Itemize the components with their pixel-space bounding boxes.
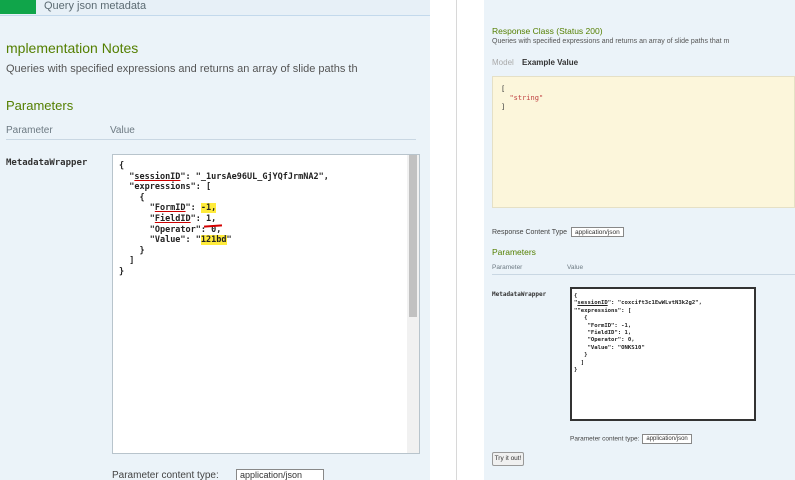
redmark-fieldid: 1, (206, 213, 217, 224)
content-type-label: Parameter content type: (570, 435, 640, 443)
parameters-title: Parameters (6, 98, 74, 113)
parameters-header: Parameter Value (492, 260, 795, 275)
param-json: { "sessionID": "_1ursAe96UL_GjYQfJrmNA2"… (119, 161, 329, 277)
scrollbar-track[interactable] (407, 155, 419, 453)
implementation-notes-desc: Queries with specified expressions and r… (6, 63, 358, 75)
content-type-select[interactable]: application/json (642, 434, 692, 444)
model-tabs: Model Example Value (492, 58, 578, 67)
method-badge (0, 0, 36, 14)
column-value: Value (567, 264, 584, 271)
try-it-out-button[interactable]: Try it out! (492, 452, 524, 466)
response-content-type-label: Response Content Type (492, 228, 567, 236)
scrollbar-thumb[interactable] (409, 155, 417, 317)
param-json: { "sessionID": "coxcift3c1EwWLvtN3k2g2",… (574, 293, 702, 374)
param-name: MetadataWrapper (6, 158, 88, 168)
response-class-desc: Queries with specified expressions and r… (492, 38, 730, 45)
param-value-textarea[interactable]: { "sessionID": "_1ursAe96UL_GjYQfJrmNA2"… (112, 154, 420, 454)
param-name: MetadataWrapper (492, 291, 547, 298)
column-value: Value (110, 125, 135, 136)
tab-model[interactable]: Model (492, 58, 514, 67)
implementation-notes-title: mplementation Notes (6, 40, 139, 56)
operation-header[interactable]: Query json metadata (0, 0, 430, 16)
param-value-textarea[interactable]: { "sessionID": "coxcift3c1EwWLvtN3k2g2",… (570, 287, 756, 421)
tab-example-value[interactable]: Example Value (522, 58, 578, 67)
highlight-value: 121bd (200, 235, 227, 246)
column-parameter: Parameter (6, 125, 53, 136)
highlight-formid: -1, (200, 203, 217, 214)
response-content-type-select[interactable]: application/json (570, 227, 624, 237)
parameters-header: Parameter Value (6, 118, 416, 140)
right-operation-panel: Response Class (Status 200) Queries with… (484, 0, 795, 480)
response-class-title: Response Class (Status 200) (492, 26, 603, 36)
example-json: [ "string" ] (501, 85, 544, 111)
operation-summary: Query json metadata (44, 0, 147, 12)
content-type: Parameter content type: application/json (570, 434, 692, 444)
content-type-select[interactable]: application/json (236, 469, 324, 480)
column-parameter: Parameter (492, 264, 523, 271)
response-content-type: Response Content Type application/json (492, 227, 624, 237)
content-type-label: Parameter content type: (112, 470, 219, 480)
window-divider (456, 0, 457, 480)
parameters-title: Parameters (492, 247, 536, 257)
example-value-box[interactable]: [ "string" ] (492, 76, 795, 208)
left-operation-panel: Query json metadata mplementation Notes … (0, 0, 430, 480)
